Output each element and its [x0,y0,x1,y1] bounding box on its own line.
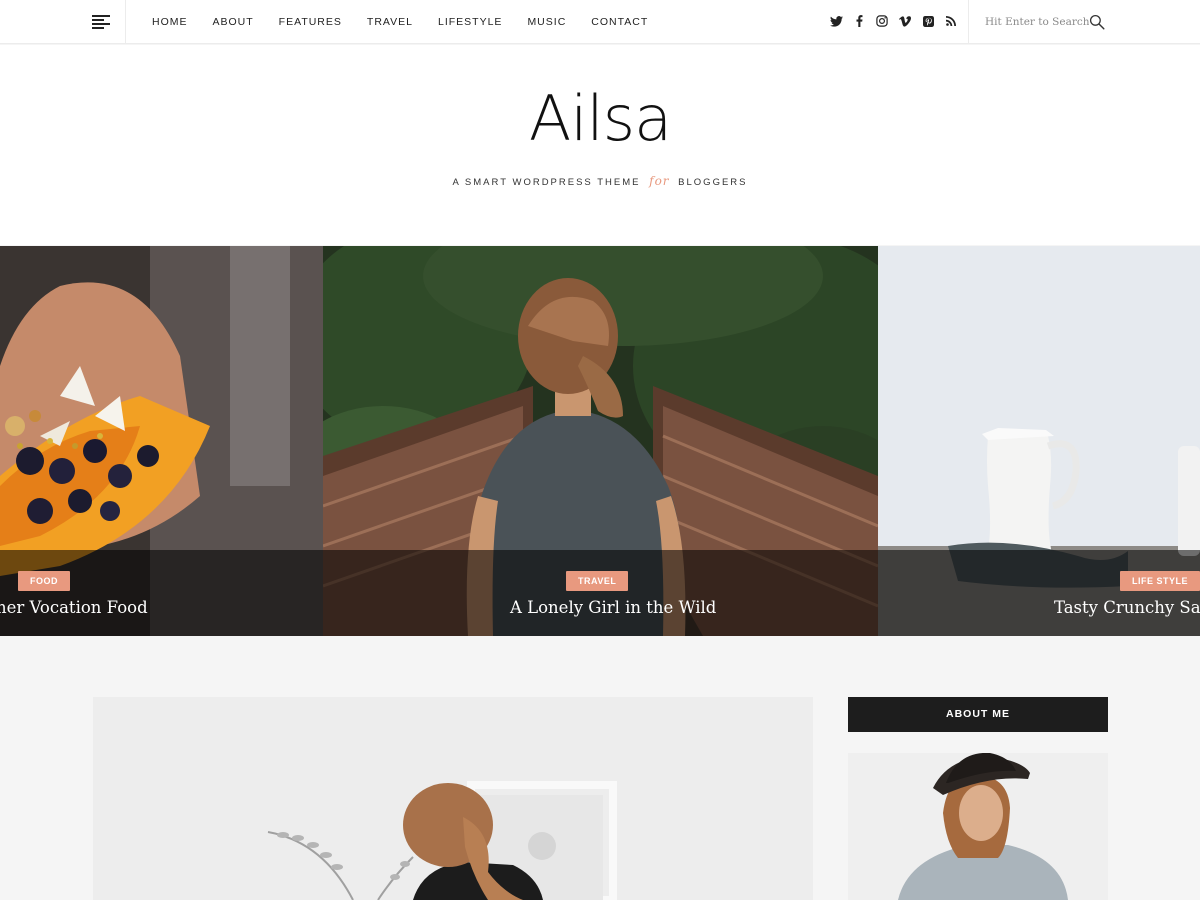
top-bar: HOME ABOUT FEATURES TRAVEL LIFESTYLE MUS… [0,0,1200,44]
category-badge[interactable]: FOOD [18,571,70,591]
vimeo-icon[interactable] [898,14,912,28]
search-input[interactable] [985,16,1089,28]
post-image-graphic [93,697,813,900]
nav-item-travel[interactable]: TRAVEL [367,16,413,28]
social-links [829,14,967,28]
tagline-text: BLOGGERS [678,177,748,188]
category-badge[interactable]: TRAVEL [566,571,629,591]
site-title[interactable]: Ailsa [0,88,1200,150]
pinterest-icon[interactable] [921,14,935,28]
post-featured-image[interactable] [93,697,813,900]
slide-lifestyle[interactable]: LIFE STYLE Tasty Crunchy Salad [878,246,1200,636]
category-badge[interactable]: LIFE STYLE [1120,571,1200,591]
widget-title-about: ABOUT ME [848,697,1108,732]
nav-item-home[interactable]: HOME [152,16,188,28]
slide-travel[interactable]: TRAVEL A Lonely Girl in the Wild [323,246,878,636]
facebook-icon[interactable] [852,14,866,28]
nav-item-contact[interactable]: CONTACT [591,16,648,28]
nav-item-lifestyle[interactable]: LIFESTYLE [438,16,502,28]
slide-food[interactable]: FOOD her Vocation Food [0,246,323,636]
tagline-for: for [649,174,670,188]
rss-icon[interactable] [944,14,958,28]
search-icon[interactable] [1089,14,1105,30]
about-me-photo [848,753,1108,900]
site-header: Ailsa A SMART WORDPRESS THEME for BLOGGE… [0,45,1200,245]
nav-item-about[interactable]: ABOUT [213,16,254,28]
search-box [985,14,1105,30]
main-nav: HOME ABOUT FEATURES TRAVEL LIFESTYLE MUS… [152,0,673,44]
twitter-icon[interactable] [829,14,843,28]
slide-title[interactable]: her Vocation Food [0,598,148,617]
featured-slider: FOOD her Vocation Food TRAVEL A Lonely G… [0,246,1200,636]
slide-title[interactable]: A Lonely Girl in the Wild [510,598,716,617]
instagram-icon[interactable] [875,14,889,28]
slide-overlay [0,550,323,636]
slide-title[interactable]: Tasty Crunchy Salad [1054,598,1200,617]
site-tagline: A SMART WORDPRESS THEME for BLOGGERS [0,174,1200,188]
tagline-text: A SMART WORDPRESS THEME [452,177,641,188]
menu-toggle-icon[interactable] [92,15,110,29]
slide-overlay [323,550,878,636]
divider [968,0,969,44]
nav-item-music[interactable]: MUSIC [527,16,566,28]
nav-item-features[interactable]: FEATURES [279,16,342,28]
about-photo-graphic [848,753,1108,900]
divider [125,0,126,44]
slide-overlay [878,550,1200,636]
